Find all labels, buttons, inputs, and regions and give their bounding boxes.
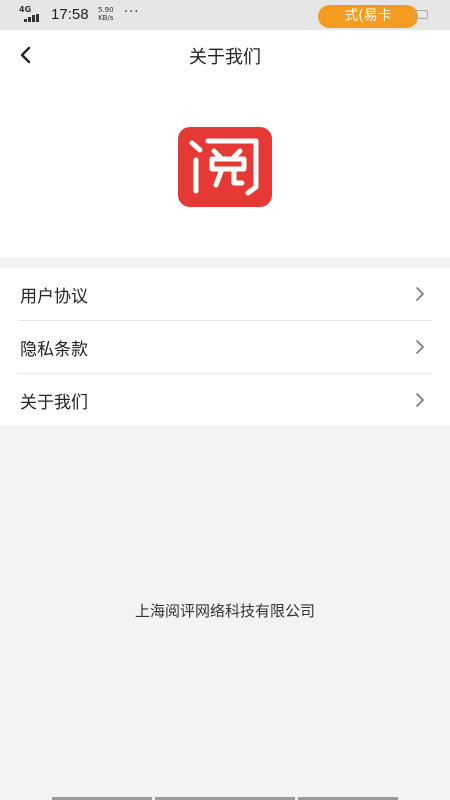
- app-header: 关于我们: [0, 30, 450, 80]
- chevron-right-icon: [416, 340, 424, 354]
- page-title: 关于我们: [189, 47, 261, 68]
- company-name: 上海阅评网络科技有限公司: [134, 602, 315, 620]
- menu-item-about-us[interactable]: 关于我们: [0, 374, 450, 426]
- logo-section: [0, 80, 450, 258]
- speed-unit: KB/s: [98, 14, 114, 22]
- menu-item-label: 关于我们: [20, 393, 88, 413]
- menu-item-user-agreement[interactable]: 用户协议: [0, 268, 450, 320]
- menu-item-privacy-terms[interactable]: 隐私条款: [0, 321, 450, 373]
- chevron-right-icon: [416, 287, 424, 301]
- menu-item-label: 隐私条款: [20, 340, 88, 360]
- battery-icon: [414, 10, 428, 19]
- network-type: 4G: [19, 5, 32, 14]
- status-bar: 4G 17:58 5.90 KB/s ··· 式(易卡: [0, 0, 450, 30]
- chevron-right-icon: [416, 393, 424, 407]
- signal-icon: [24, 14, 44, 22]
- settings-menu: 用户协议 隐私条款 关于我们: [0, 268, 450, 426]
- speed-value: 5.90: [98, 6, 114, 14]
- menu-item-label: 用户协议: [20, 287, 88, 307]
- floating-pill[interactable]: 式(易卡: [318, 5, 418, 28]
- clock: 17:58: [51, 6, 89, 23]
- more-notifications-icon: ···: [124, 5, 140, 20]
- app-logo-icon: [178, 127, 272, 207]
- network-speed: 5.90 KB/s: [98, 6, 114, 22]
